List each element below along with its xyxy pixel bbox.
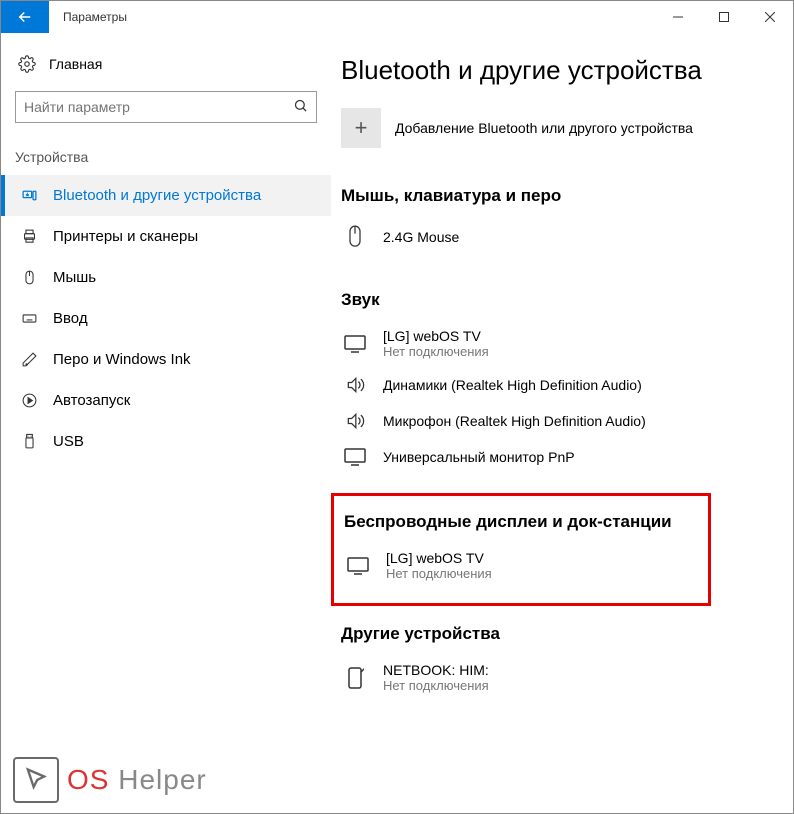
device-microphone[interactable]: Микрофон (Realtek High Definition Audio)	[341, 403, 783, 439]
device-tv-wireless[interactable]: [LG] webOS TV Нет подключения	[344, 542, 698, 589]
keyboard-icon	[19, 310, 39, 327]
section-title-audio: Звук	[341, 290, 783, 310]
device-tv-audio[interactable]: [LG] webOS TV Нет подключения	[341, 320, 783, 367]
close-icon	[765, 12, 775, 22]
sidebar: Главная Устройства Bluetooth и другие ус…	[1, 33, 331, 813]
device-name: 2.4G Mouse	[383, 229, 459, 245]
monitor-icon	[341, 447, 369, 467]
speaker-icon	[341, 411, 369, 431]
usb-icon	[19, 433, 39, 450]
nav-item-bluetooth[interactable]: Bluetooth и другие устройства	[1, 175, 331, 216]
device-name: Универсальный монитор PnP	[383, 449, 575, 465]
nav-item-printers[interactable]: Принтеры и сканеры	[1, 216, 331, 257]
nav-item-label: Мышь	[53, 269, 96, 286]
highlighted-section-wireless: Беспроводные дисплеи и док-станции [LG] …	[331, 493, 711, 606]
printer-icon	[19, 228, 39, 245]
maximize-button[interactable]	[701, 1, 747, 33]
search-box[interactable]	[15, 91, 317, 123]
device-status: Нет подключения	[386, 566, 492, 581]
device-speakers[interactable]: Динамики (Realtek High Definition Audio)	[341, 367, 783, 403]
nav-item-label: Ввод	[53, 310, 88, 327]
nav-item-usb[interactable]: USB	[1, 421, 331, 462]
nav-home[interactable]: Главная	[1, 47, 331, 81]
autoplay-icon	[19, 392, 39, 409]
nav-item-label: Перо и Windows Ink	[53, 351, 191, 368]
device-name: Динамики (Realtek High Definition Audio)	[383, 377, 642, 393]
minimize-icon	[673, 12, 683, 22]
gear-icon	[15, 55, 39, 73]
device-netbook[interactable]: NETBOOK: HIM: Нет подключения	[341, 654, 783, 701]
device-status: Нет подключения	[383, 678, 489, 693]
nav-item-label: Автозапуск	[53, 392, 130, 409]
close-button[interactable]	[747, 1, 793, 33]
sidebar-category: Устройства	[1, 141, 331, 175]
speaker-icon	[341, 375, 369, 395]
mouse-icon	[341, 224, 369, 250]
bluetooth-icon	[19, 187, 39, 204]
arrow-left-icon	[16, 8, 34, 26]
nav-item-label: Bluetooth и другие устройства	[53, 187, 261, 204]
device-monitor-pnp[interactable]: Универсальный монитор PnP	[341, 439, 783, 475]
nav-item-typing[interactable]: Ввод	[1, 298, 331, 339]
nav-item-label: Принтеры и сканеры	[53, 228, 198, 245]
mouse-icon	[19, 269, 39, 286]
nav-item-autoplay[interactable]: Автозапуск	[1, 380, 331, 421]
nav-item-pen[interactable]: Перо и Windows Ink	[1, 339, 331, 380]
plus-icon: +	[341, 108, 381, 148]
window-title: Параметры	[49, 10, 127, 24]
section-title-wireless: Беспроводные дисплеи и док-станции	[344, 512, 698, 532]
pen-icon	[19, 351, 39, 368]
section-title-input: Мышь, клавиатура и перо	[341, 186, 783, 206]
add-device-label: Добавление Bluetooth или другого устройс…	[395, 120, 693, 136]
search-icon	[293, 98, 308, 116]
device-name: [LG] webOS TV	[383, 328, 489, 344]
main-content: Bluetooth и другие устройства + Добавлен…	[331, 33, 793, 813]
nav-item-label: USB	[53, 433, 84, 450]
monitor-icon	[341, 334, 369, 354]
monitor-icon	[344, 556, 372, 576]
nav-item-mouse[interactable]: Мышь	[1, 257, 331, 298]
maximize-icon	[719, 12, 729, 22]
back-button[interactable]	[1, 1, 49, 33]
device-name: [LG] webOS TV	[386, 550, 492, 566]
watermark: OS Helper	[13, 757, 207, 803]
nav-home-label: Главная	[49, 56, 102, 72]
minimize-button[interactable]	[655, 1, 701, 33]
device-mouse[interactable]: 2.4G Mouse	[341, 216, 783, 258]
cursor-icon	[13, 757, 59, 803]
titlebar: Параметры	[1, 1, 793, 33]
phone-icon	[341, 666, 369, 690]
window-controls	[655, 1, 793, 33]
device-status: Нет подключения	[383, 344, 489, 359]
device-name: Микрофон (Realtek High Definition Audio)	[383, 413, 646, 429]
watermark-text: OS Helper	[67, 764, 207, 796]
add-device-button[interactable]: + Добавление Bluetooth или другого устро…	[341, 108, 783, 148]
page-title: Bluetooth и другие устройства	[341, 55, 783, 86]
section-title-other: Другие устройства	[341, 624, 783, 644]
device-name: NETBOOK: HIM:	[383, 662, 489, 678]
search-input[interactable]	[24, 99, 293, 115]
